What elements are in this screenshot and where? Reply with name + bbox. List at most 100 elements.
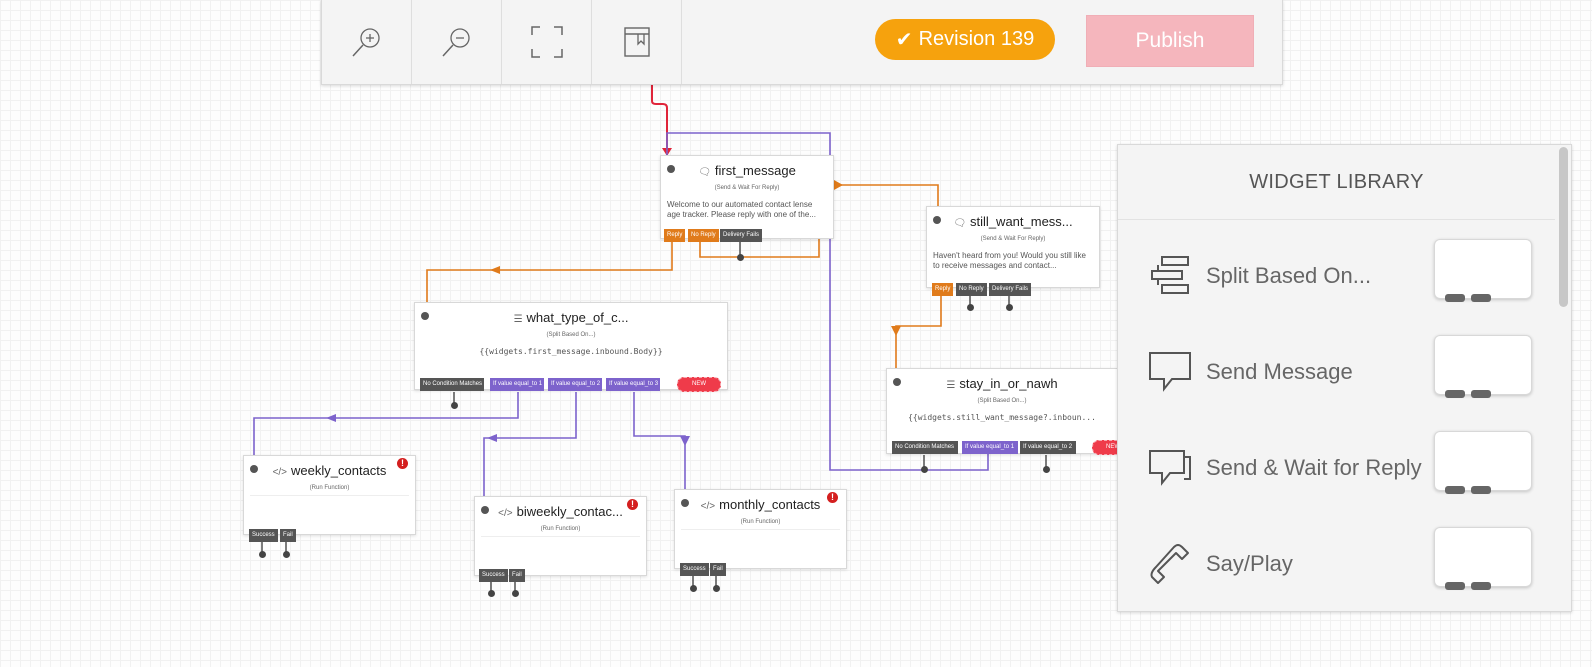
wire-arrow <box>326 414 336 422</box>
widget-body: {{widgets.first_message.inbound.Body}} <box>479 347 663 356</box>
widget-preview <box>1434 335 1532 398</box>
send-wait-icon: 🗨 <box>698 167 711 178</box>
port-reply[interactable]: Reply <box>664 229 686 242</box>
error-icon[interactable]: ! <box>397 458 408 469</box>
code-icon: </> <box>700 501 716 512</box>
port-fail[interactable]: Fail <box>509 569 525 582</box>
canvas-toolbar: ✔ Revision 139 Publish <box>321 0 1283 85</box>
port-success[interactable]: Success <box>680 563 709 576</box>
widget-title-row: 🗨 first_message <box>661 163 833 178</box>
port-no-reply[interactable]: No Reply <box>956 283 987 296</box>
fit-screen-button[interactable] <box>502 0 592 84</box>
port-no-condition[interactable]: No Condition Matches <box>420 378 484 391</box>
port-pin[interactable] <box>259 551 266 558</box>
port-condition-2[interactable]: If value equal_to 2 <box>548 378 602 391</box>
library-item-label: Send & Wait for Reply <box>1206 455 1422 480</box>
widget-monthly-contacts[interactable]: </> monthly_contacts ! (Run Function) <box>674 489 847 569</box>
widget-weekly-contacts[interactable]: </> weekly_contacts ! (Run Function) <box>243 455 416 535</box>
port-no-reply[interactable]: No Reply <box>688 229 719 242</box>
code-icon: </> <box>272 467 288 478</box>
library-item-split-based-on[interactable]: Split Based On... <box>1118 231 1555 323</box>
divider <box>481 536 640 537</box>
port-delivery-fails[interactable]: Delivery Fails <box>989 283 1032 296</box>
port-no-condition[interactable]: No Condition Matches <box>892 441 958 454</box>
widget-preview <box>1434 527 1532 590</box>
send-wait-icon: 🗨 <box>953 218 967 229</box>
port-pin[interactable] <box>737 254 744 261</box>
port-success[interactable]: Success <box>479 569 508 582</box>
wire-arrow <box>834 180 843 190</box>
publish-button[interactable]: Publish <box>1086 15 1254 67</box>
library-item-say-play[interactable]: Say/Play <box>1118 519 1555 611</box>
zoom-in-icon <box>351 28 380 57</box>
divider <box>250 495 409 496</box>
wire-trigger <box>651 84 668 155</box>
library-item-label: Send Message <box>1206 359 1353 384</box>
scrollbar-thumb[interactable] <box>1559 147 1568 307</box>
port-condition-2[interactable]: If value equal_to 2 <box>1020 441 1076 454</box>
widget-first-message[interactable]: 🗨 first_message (Send & Wait For Reply) W… <box>660 155 834 239</box>
port-delivery-fails[interactable]: Delivery Fails <box>720 229 763 242</box>
library-scrollbar[interactable] <box>1555 145 1571 611</box>
wire-arrow <box>490 266 500 274</box>
phone-icon <box>1150 544 1189 584</box>
widget-title-row: </> weekly_contacts <box>244 463 415 478</box>
port-pin[interactable] <box>713 585 720 592</box>
widget-type: (Split Based On...) <box>977 398 1027 404</box>
widget-type: (Send & Wait For Reply) <box>714 185 780 191</box>
library-item-send-message[interactable]: Send Message <box>1118 327 1555 419</box>
error-icon[interactable]: ! <box>827 492 838 503</box>
port-pin[interactable] <box>451 402 458 409</box>
widget-title: stay_in_or_nawh <box>959 376 1058 391</box>
widget-preview <box>1434 431 1532 494</box>
zoom-in-button[interactable] <box>322 0 412 84</box>
checkmark-icon: ✔ <box>895 29 913 51</box>
port-pin[interactable] <box>967 304 974 311</box>
zoom-out-button[interactable] <box>412 0 502 84</box>
widget-title-row: </> monthly_contacts <box>675 497 846 512</box>
wire-arrow <box>487 434 497 442</box>
port-pin[interactable] <box>1006 304 1013 311</box>
widget-title-row: 🗨 still_want_mess... <box>927 214 1099 229</box>
wire-cond-1 <box>253 392 519 456</box>
notes-icon <box>623 27 650 57</box>
widget-body: Haven't heard from you! Would you still … <box>933 251 1087 270</box>
widget-library-title: WIDGET LIBRARY <box>1249 171 1424 193</box>
port-condition-1[interactable]: If value equal_to 1 <box>490 378 544 391</box>
wire-arrow <box>891 326 901 336</box>
port-pin[interactable] <box>488 590 495 597</box>
notes-button[interactable] <box>592 0 682 84</box>
widget-body: {{widgets.still_want_message?.inboun... <box>908 413 1096 422</box>
widget-title-row: </> biweekly_contac... <box>475 504 646 519</box>
revision-label: Revision 139 <box>918 28 1035 50</box>
port-pin[interactable] <box>512 590 519 597</box>
port-pin[interactable] <box>690 585 697 592</box>
wire-cond-2 <box>483 392 577 497</box>
port-condition-1[interactable]: If value equal_to 1 <box>962 441 1018 454</box>
port-pin[interactable] <box>283 551 290 558</box>
widget-title-row: ☰ stay_in_or_nawh <box>887 376 1117 391</box>
port-fail[interactable]: Fail <box>710 563 726 576</box>
divider <box>681 529 840 530</box>
port-pin[interactable] <box>921 466 928 473</box>
port-condition-3[interactable]: If value equal_to 3 <box>606 378 660 391</box>
wire-to-still-want <box>830 184 939 208</box>
widget-title: biweekly_contac... <box>516 504 623 519</box>
port-new[interactable]: NEW <box>677 377 721 392</box>
widget-still-want-message[interactable]: 🗨 still_want_mess... (Send & Wait For Rep… <box>926 206 1100 288</box>
message-bubble-icon <box>1149 352 1191 392</box>
port-reply[interactable]: Reply <box>932 283 954 296</box>
code-icon: </> <box>498 508 513 519</box>
widget-biweekly-contacts[interactable]: </> biweekly_contac... ! (Run Function) <box>474 496 647 576</box>
error-icon[interactable]: ! <box>627 499 638 510</box>
message-bubbles-icon <box>1149 450 1191 486</box>
revision-badge[interactable]: ✔ Revision 139 <box>875 19 1055 60</box>
library-item-label: Split Based On... <box>1206 263 1372 288</box>
widget-library-panel: WIDGET LIBRARY Split Based On... Send Me… <box>1117 144 1572 612</box>
library-item-send-wait-for-reply[interactable]: Send & Wait for Reply <box>1118 423 1555 515</box>
port-pin[interactable] <box>1043 466 1050 473</box>
widget-title: first_message <box>714 163 796 178</box>
widget-title-row: ☰ what_type_of_c... <box>415 310 727 325</box>
port-fail[interactable]: Fail <box>280 529 296 542</box>
port-success[interactable]: Success <box>249 529 278 542</box>
